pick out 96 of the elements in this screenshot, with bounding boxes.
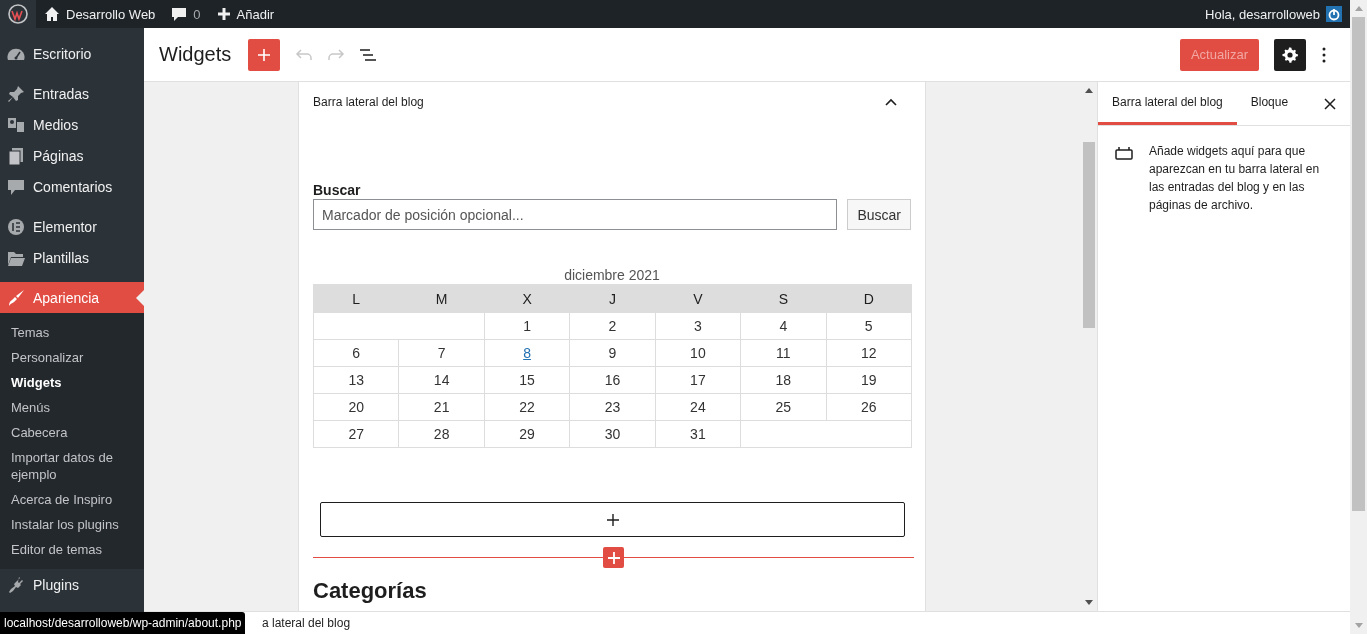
day-cell: 11	[740, 339, 827, 367]
description-text: Añade widgets aquí para que aparezcan en tu barra lateral en las entradas del blog y en las páginas de archivo.	[1149, 143, 1321, 214]
plus-icon	[606, 513, 619, 526]
submenu-item[interactable]: Editor de temas	[0, 537, 144, 562]
day-cell: 31	[655, 420, 741, 448]
status-url-tooltip: localhost/desarrolloweb/wp-admin/about.php	[0, 612, 246, 634]
day-cell: 4	[740, 312, 827, 340]
submenu-item[interactable]: Temas	[0, 320, 144, 345]
site-link[interactable]: Desarrollo Web	[36, 0, 164, 28]
day-cell: 2	[569, 312, 656, 340]
pushpin-icon	[7, 84, 25, 103]
day-cell: 13	[313, 366, 399, 394]
plus-icon	[607, 551, 620, 564]
plus-icon	[216, 7, 231, 21]
submenu-item[interactable]: Instalar los plugins	[0, 512, 144, 537]
submenu-item[interactable]: Importar datos de ejemplo	[0, 445, 144, 487]
avatar-icon	[1326, 6, 1342, 22]
day-cell: 18	[740, 366, 827, 394]
plus-icon	[257, 47, 272, 62]
submenu-item[interactable]: Widgets	[0, 370, 144, 395]
day-cell: 9	[569, 339, 656, 367]
day-cell: 15	[484, 366, 570, 394]
add-block-button[interactable]	[248, 38, 281, 71]
scroll-down-arrow-icon	[1085, 600, 1093, 605]
weekday-header: V	[655, 284, 741, 313]
page-title: Widgets	[159, 43, 232, 66]
day-cell: 30	[569, 420, 656, 448]
redo-icon	[327, 47, 346, 62]
day-cell: 29	[484, 420, 570, 448]
day-cell: 22	[484, 393, 570, 421]
scrollbar[interactable]	[1081, 82, 1097, 611]
day-cell: 6	[313, 339, 399, 367]
undo-icon	[295, 47, 314, 62]
breadcrumb-text: a lateral del blog	[262, 616, 351, 630]
scrollbar[interactable]	[1350, 0, 1367, 634]
search-button[interactable]: Buscar	[847, 199, 911, 230]
day-cell: 10	[655, 339, 741, 367]
media-icon	[7, 115, 25, 134]
weekday-header: M	[398, 284, 485, 313]
calendar-caption: diciembre 2021	[563, 267, 661, 284]
search-label: Buscar	[313, 182, 362, 199]
submenu-item[interactable]: Menús	[0, 395, 144, 420]
day-cell: 28	[398, 420, 485, 448]
day-cell: 12	[826, 339, 912, 367]
new-content-link[interactable]: Añadir	[208, 0, 283, 28]
weekday-header: X	[484, 284, 570, 313]
day-cell: 27	[313, 420, 399, 448]
day-cell: 20	[313, 393, 399, 421]
submenu-item[interactable]: Personalizar	[0, 345, 144, 370]
settings-icon	[1281, 45, 1299, 64]
day-cell: 1	[484, 312, 570, 340]
weekday-header: D	[826, 284, 912, 313]
weekday-header: J	[569, 284, 656, 313]
day-cell: 14	[398, 366, 485, 394]
submenu-item[interactable]: Cabecera	[0, 420, 144, 445]
list-icon	[359, 47, 378, 62]
chevron-up-icon	[885, 98, 897, 106]
weekday-header: S	[740, 284, 827, 313]
day-cell: 7	[398, 339, 485, 367]
day-cell: 23	[569, 393, 656, 421]
tab[interactable]: Bloque	[1236, 82, 1303, 125]
paintbrush-icon	[7, 288, 25, 307]
day-cell: 19	[826, 366, 912, 394]
settings-button[interactable]	[1274, 38, 1306, 71]
home-icon	[44, 6, 60, 22]
menu-item[interactable]: Apariencia	[0, 282, 144, 313]
weekday-header: L	[313, 284, 399, 313]
speech-bubble-icon	[7, 177, 25, 196]
pages-icon	[7, 146, 25, 165]
close-icon	[1324, 97, 1336, 110]
day-cell: 5	[826, 312, 912, 340]
scroll-up-arrow-icon	[1085, 88, 1093, 93]
day-cell: 24	[655, 393, 741, 421]
more-vertical-icon	[1322, 45, 1326, 64]
add-block-appender[interactable]	[320, 502, 905, 537]
widget-area-icon	[1115, 146, 1133, 160]
plug-icon	[7, 575, 25, 594]
widget-area-toggle[interactable]: Barra lateral del blog	[313, 82, 911, 122]
block-heading: Categorías	[313, 578, 428, 604]
day-cell: 17	[655, 366, 741, 394]
scroll-down-arrow-icon	[1354, 623, 1363, 628]
circle-e-icon	[7, 217, 25, 236]
inserter-button[interactable]	[603, 547, 624, 568]
day-cell: 25	[740, 393, 827, 421]
day-cell: 3	[655, 312, 741, 340]
tab[interactable]: Barra lateral del blog	[1098, 82, 1237, 125]
comments-link[interactable]: 0	[163, 0, 209, 28]
scroll-up-arrow-icon	[1354, 6, 1363, 11]
submenu-item[interactable]: Acerca de Inspiro	[0, 487, 144, 512]
speech-bubble-icon	[171, 6, 188, 22]
day-cell: 26	[826, 393, 912, 421]
day-cell: 16	[569, 366, 656, 394]
day-cell: 21	[398, 393, 485, 421]
account-link[interactable]: Hola, desarrolloweb	[1197, 0, 1350, 28]
search-field[interactable]: Marcador de posición opcional...	[313, 199, 838, 230]
day-link[interactable]: 8	[523, 345, 531, 361]
